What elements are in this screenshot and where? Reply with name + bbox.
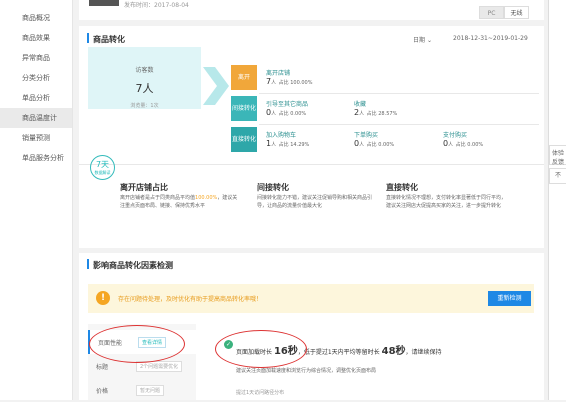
sidebar-item-abnormal[interactable]: 异常商品 bbox=[0, 48, 72, 68]
factors-title: 影响商品转化因素检测 bbox=[93, 261, 173, 270]
stage-leave: 离开 bbox=[231, 65, 257, 90]
date-range: 2018-12-31~2019-01-29 bbox=[453, 35, 528, 42]
pageview-value: 浏览量：1次 bbox=[130, 103, 159, 109]
divider bbox=[79, 164, 544, 165]
explain-direct-title: 直接转化 bbox=[386, 183, 418, 192]
right-toolbar: 体验反馈 不 bbox=[548, 0, 566, 400]
metric-leave: 离开店铺 7人 占比 100.00% bbox=[266, 70, 313, 86]
metric-add-cart: 加入购物车 1人 占比 14.29% bbox=[266, 132, 310, 148]
chevron-down-icon: ⌄ bbox=[426, 37, 432, 44]
sidebar-item-forecast[interactable]: 销量预测 bbox=[0, 128, 72, 148]
divider bbox=[259, 93, 539, 94]
tab-pc[interactable]: PC bbox=[479, 6, 504, 19]
explain-leave-title: 离开店铺占比 bbox=[120, 183, 168, 192]
visitor-box: 访客数 7人 浏览量：1次 bbox=[88, 47, 201, 109]
sidebar-item-single[interactable]: 单品分析 bbox=[0, 88, 72, 108]
conversion-title: 商品转化 bbox=[93, 35, 125, 44]
metric-pay: 支付购买 0人 占比 0.00% bbox=[443, 132, 484, 148]
metric-favorite: 收藏 2人 占比 28.57% bbox=[354, 101, 398, 117]
explain-indirect-title: 间接转化 bbox=[257, 183, 289, 192]
main-content: 发布时间：2017-08-04 PC 无线 商品转化 日期 ⌄ 2018-12-… bbox=[79, 0, 544, 400]
collapse-button[interactable]: 不 bbox=[549, 168, 566, 184]
stage-indirect: 间接转化 bbox=[231, 96, 257, 121]
funnel-arrow-icon bbox=[203, 67, 229, 105]
visitor-value: 7人 bbox=[135, 82, 154, 95]
sidebar-item-thermometer[interactable]: 商品温度计 bbox=[0, 108, 72, 128]
publish-time: 发布时间：2017-08-04 bbox=[124, 2, 189, 9]
recheck-button[interactable]: 重新检测 bbox=[488, 291, 531, 306]
sidebar-item-service[interactable]: 单品服务分析 bbox=[0, 148, 72, 168]
warning-icon: ! bbox=[96, 291, 110, 305]
explain-leave-text: 离开店铺者是占于同类商品平均值100.00%，建议关注重点页面布局、链接、保持优… bbox=[120, 195, 238, 209]
stage-direct: 直接转化 bbox=[231, 127, 257, 152]
explain-direct-text: 直接转化情况不理想，支付转化率显著低于同行平均，建议关注网店大促提高买家的关注，… bbox=[386, 195, 507, 209]
sidebar: 商品概况 商品效果 异常商品 分类分析 单品分析 商品温度计 销量预测 单品服务… bbox=[0, 0, 73, 400]
explain-indirect-text: 间接转化能力不错，建议关注促销导购和相关商品引导，让商品的流量价值最大化 bbox=[257, 195, 373, 209]
metric-other-products: 引导至其它商品 0人 占比 0.00% bbox=[266, 101, 309, 117]
sidebar-item-category[interactable]: 分类分析 bbox=[0, 68, 72, 88]
metric-order: 下单购买 0人 占比 0.00% bbox=[354, 132, 395, 148]
warning-banner: ! 存在问题待处理，及时优化有助于提高商品转化率哦！ bbox=[88, 284, 534, 313]
warning-text: 存在问题待处理，及时优化有助于提高商品转化率哦！ bbox=[118, 296, 263, 303]
product-header: 发布时间：2017-08-04 PC 无线 bbox=[79, 0, 544, 20]
product-thumbnail bbox=[89, 0, 119, 6]
sidebar-item-overview[interactable]: 商品概况 bbox=[0, 8, 72, 28]
sidebar-item-effect[interactable]: 商品效果 bbox=[0, 28, 72, 48]
annotation-circle bbox=[215, 330, 307, 368]
section-marker bbox=[87, 259, 89, 269]
date-dropdown[interactable]: 日期 ⌄ bbox=[413, 35, 432, 44]
visitor-label: 访客数 bbox=[135, 67, 154, 74]
advice-text: 建议关注页面加载速度和浏览行为综合情况，调整优化页面布局 bbox=[236, 368, 377, 374]
feedback-button[interactable]: 体验反馈 bbox=[549, 145, 566, 166]
divider bbox=[259, 124, 539, 125]
seven-day-badge: 7天 数据解读 bbox=[90, 155, 115, 180]
path-distribution-label: 提过1天访问路径分布 bbox=[236, 390, 285, 396]
annotation-circle bbox=[89, 325, 185, 363]
tab-price[interactable]: 价格 暂无问题 bbox=[88, 378, 196, 402]
tab-wireless[interactable]: 无线 bbox=[504, 6, 529, 19]
section-marker bbox=[87, 33, 89, 43]
